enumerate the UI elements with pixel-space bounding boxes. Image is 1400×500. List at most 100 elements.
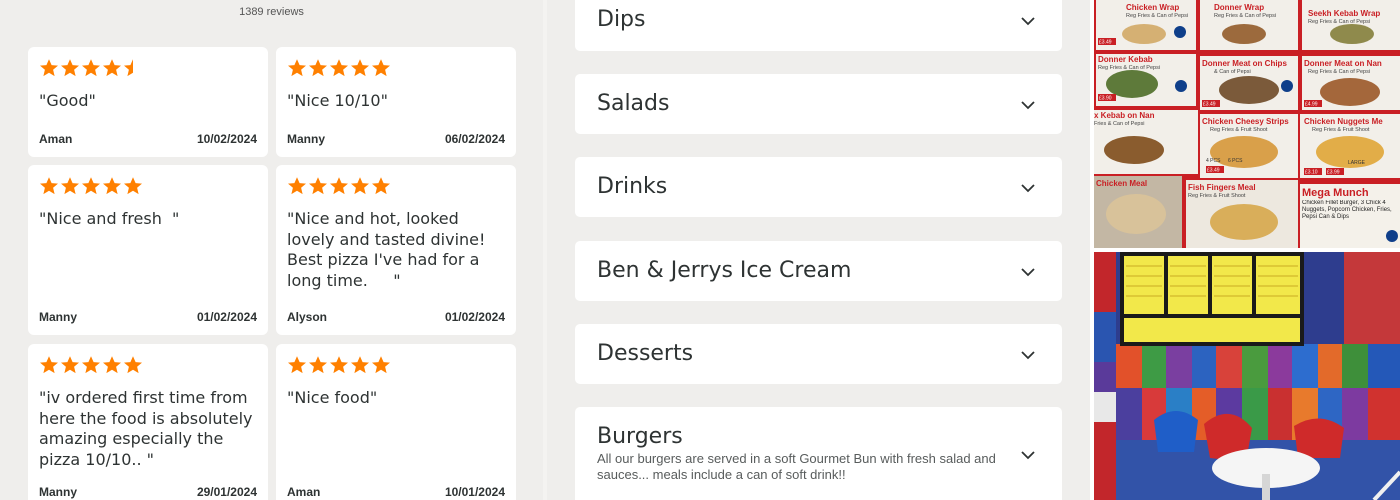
- menu-board-label: Seekh Kebab Wrap: [1308, 9, 1380, 18]
- star-icon: [82, 356, 100, 374]
- review-text: "Nice 10/10": [287, 91, 388, 110]
- chevron-down-icon[interactable]: [1020, 180, 1036, 196]
- category-title: Dips: [597, 7, 646, 32]
- review-card: "Nice food" Aman 10/01/2024: [276, 344, 516, 500]
- shop-interior-photo[interactable]: [1094, 252, 1400, 500]
- star-icon: [351, 356, 369, 374]
- menu-board-label: Fish Fingers Meal: [1188, 183, 1256, 192]
- menu-category-desserts[interactable]: Desserts: [575, 324, 1062, 384]
- menu-category-dips[interactable]: Dips: [575, 0, 1062, 51]
- star-icon: [309, 356, 327, 374]
- menu-category-drinks[interactable]: Drinks: [575, 157, 1062, 217]
- star-icon: [330, 177, 348, 195]
- menu-board-price: LARGE: [1348, 160, 1366, 166]
- menu-board-label: Donner Meat on Nan: [1304, 59, 1382, 68]
- star-icon: [309, 59, 327, 77]
- star-icon: [61, 59, 79, 77]
- star-icon: [372, 177, 390, 195]
- menu-category-ice-cream[interactable]: Ben & Jerrys Ice Cream: [575, 241, 1062, 301]
- category-title: Burgers: [597, 424, 683, 449]
- menu-board-price: 6 PCS: [1228, 158, 1243, 164]
- review-date: 06/02/2024: [444, 132, 505, 146]
- reviews-panel: 1389 reviews "Good" Aman 10/02/2024 "Nic…: [0, 0, 543, 500]
- star-icon: [103, 59, 121, 77]
- menu-board-sublabel: Fries & Can of Pepsi: [1094, 121, 1144, 127]
- menu-board-label: Donner Meat on Chips: [1202, 59, 1287, 68]
- menu-category-salads[interactable]: Salads: [575, 74, 1062, 134]
- star-icon: [124, 356, 142, 374]
- category-title: Desserts: [597, 341, 694, 366]
- star-icon: [288, 59, 306, 77]
- review-author: Manny: [39, 310, 78, 324]
- menu-board-price: £3.10: [1305, 170, 1318, 176]
- category-title: Drinks: [597, 174, 668, 199]
- review-author: Aman: [287, 485, 321, 499]
- review-card: "Nice and hot, looked lovely and tasted …: [276, 165, 516, 335]
- star-rating: [39, 58, 143, 78]
- menu-board-price: 4 PCS: [1206, 158, 1221, 164]
- review-card: "Good" Aman 10/02/2024: [28, 47, 268, 157]
- menu-board-sublabel: Reg Fries & Fruit Shoot: [1188, 193, 1246, 199]
- category-description: All our burgers are served in a soft Gou…: [597, 451, 996, 482]
- menu-board-sublabel: & Can of Pepsi: [1214, 69, 1251, 75]
- star-icon: [330, 59, 348, 77]
- menu-board-price: £4.99: [1305, 102, 1318, 108]
- review-card: "Nice 10/10" Manny 06/02/2024: [276, 47, 516, 157]
- review-text: "Nice and fresh ": [39, 209, 180, 228]
- chevron-down-icon[interactable]: [1020, 13, 1036, 29]
- shop-interior-image: [1094, 252, 1400, 500]
- menu-board-photo[interactable]: Chicken Wrap Donner Wrap Seekh Kebab Wra…: [1094, 0, 1400, 248]
- menu-board-price: £3.99: [1327, 170, 1340, 176]
- menu-board-sublabel: Reg Fries & Can of Pepsi: [1308, 69, 1370, 75]
- menu-board-label: Donner Wrap: [1214, 3, 1264, 12]
- menu-board-sublabel: Reg Fries & Can of Pepsi: [1098, 65, 1160, 71]
- menu-board-label: Donner Kebab: [1098, 55, 1153, 64]
- star-icon: [40, 177, 58, 195]
- review-card: "iv ordered first time from here the foo…: [28, 344, 268, 500]
- star-icon: [372, 356, 390, 374]
- menu-board-sublabel: Reg Fries & Fruit Shoot: [1210, 127, 1268, 133]
- review-date: 10/02/2024: [196, 132, 257, 146]
- star-icon: [61, 356, 79, 374]
- chevron-down-icon[interactable]: [1020, 347, 1036, 363]
- menu-board-label: Chicken Wrap: [1126, 3, 1179, 12]
- menu-board-sublabel: Reg Fries & Fruit Shoot: [1312, 127, 1370, 133]
- menu-board-price: £3.49: [1207, 168, 1220, 174]
- review-text: "Nice and hot, looked lovely and tasted …: [287, 209, 491, 290]
- star-rating: [39, 355, 143, 375]
- menu-board-mega-desc: Chicken Fillet Burger, 3 Chick 4 Nuggets…: [1302, 200, 1392, 220]
- star-icon: [40, 59, 58, 77]
- menu-board-label: x Kebab on Nan: [1094, 111, 1155, 120]
- review-card: "Nice and fresh " Manny 01/02/2024: [28, 165, 268, 335]
- menu-category-burgers[interactable]: Burgers All our burgers are served in a …: [575, 407, 1062, 500]
- star-icon: [82, 59, 100, 77]
- star-rating: [39, 176, 143, 196]
- category-title: Salads: [597, 91, 670, 116]
- star-icon: [103, 356, 121, 374]
- review-date: 10/01/2024: [444, 485, 505, 499]
- star-icon: [124, 177, 142, 195]
- menu-board-label: Chicken Nuggets Me: [1304, 117, 1383, 126]
- star-icon: [330, 356, 348, 374]
- star-icon: [40, 356, 58, 374]
- review-author: Aman: [39, 132, 73, 146]
- chevron-down-icon[interactable]: [1020, 264, 1036, 280]
- star-icon: [372, 59, 390, 77]
- star-icon: [288, 177, 306, 195]
- star-rating: [287, 176, 391, 196]
- review-text: "Nice food": [287, 388, 378, 407]
- star-rating: [287, 58, 391, 78]
- review-author: Manny: [287, 132, 326, 146]
- menu-board-image: Chicken Wrap Donner Wrap Seekh Kebab Wra…: [1094, 0, 1400, 248]
- star-icon: [61, 177, 79, 195]
- review-date: 29/01/2024: [196, 485, 257, 499]
- chevron-down-icon[interactable]: [1020, 447, 1036, 463]
- star-icon: [309, 177, 327, 195]
- review-author: Manny: [39, 485, 78, 499]
- menu-board-price: £3.90: [1099, 96, 1112, 102]
- menu-board-label: Mega Munch: [1302, 187, 1369, 199]
- star-icon: [124, 59, 142, 77]
- chevron-down-icon[interactable]: [1020, 97, 1036, 113]
- star-icon: [351, 59, 369, 77]
- review-text: "Good": [39, 91, 96, 110]
